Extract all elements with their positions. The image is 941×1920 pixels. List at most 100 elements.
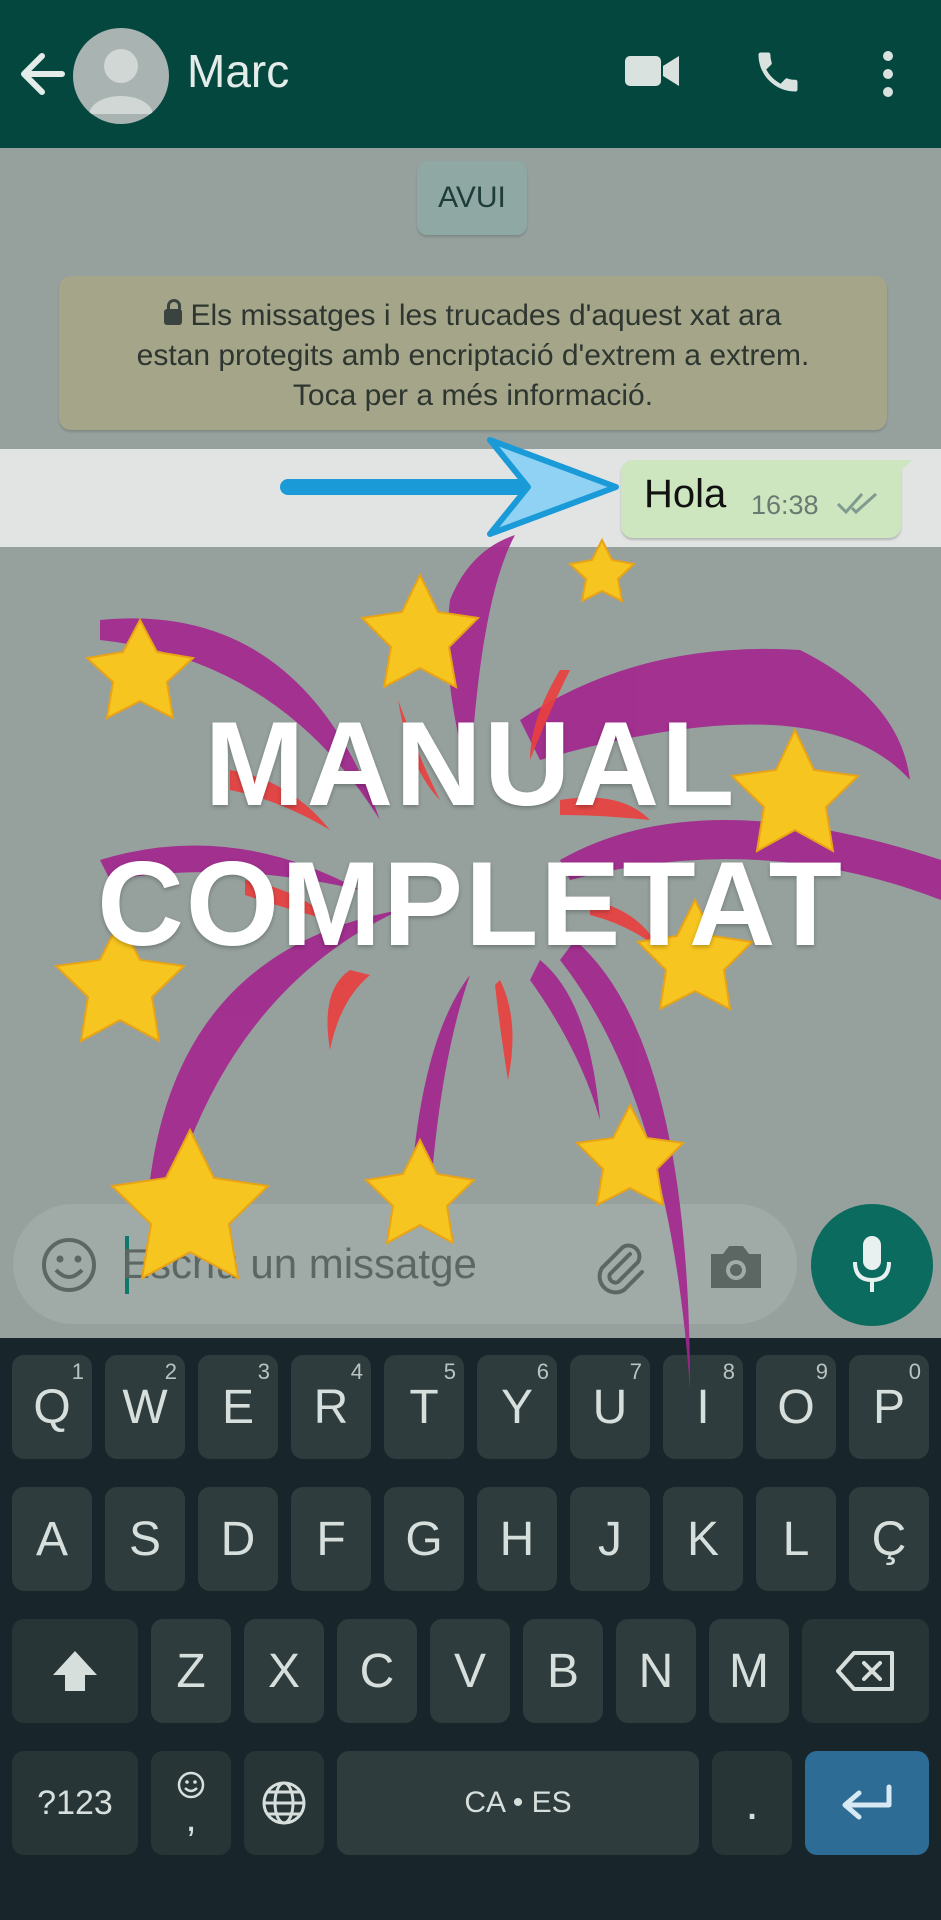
contact-name[interactable]: Marc bbox=[187, 44, 289, 98]
symbols-key[interactable]: ?123 bbox=[12, 1751, 138, 1855]
lock-icon bbox=[164, 299, 183, 325]
enter-key[interactable] bbox=[805, 1751, 929, 1855]
key-j[interactable]: J bbox=[570, 1487, 650, 1591]
key-label: X bbox=[267, 1644, 300, 1698]
key-hint: 8 bbox=[722, 1359, 735, 1384]
video-call-icon[interactable] bbox=[623, 48, 681, 99]
key-label: F bbox=[316, 1512, 346, 1566]
key-label: Y bbox=[500, 1380, 533, 1434]
emoji-icon[interactable] bbox=[40, 1236, 98, 1299]
camera-icon[interactable] bbox=[707, 1240, 765, 1297]
key-u[interactable]: U7 bbox=[570, 1355, 650, 1459]
key-x[interactable]: X bbox=[244, 1619, 324, 1723]
period-key[interactable]: . bbox=[712, 1751, 792, 1855]
star-icon bbox=[574, 1102, 686, 1207]
key-y[interactable]: Y6 bbox=[477, 1355, 557, 1459]
key-label: P bbox=[872, 1380, 905, 1434]
key-hint: 2 bbox=[164, 1359, 177, 1384]
key-label: G bbox=[405, 1512, 443, 1566]
key-label: W bbox=[122, 1380, 168, 1434]
encryption-line-2: estan protegits amb encriptació d'extrem… bbox=[136, 339, 810, 372]
key-c[interactable]: C bbox=[337, 1619, 417, 1723]
star-icon bbox=[359, 572, 481, 689]
bubble-tail bbox=[890, 460, 912, 482]
key-s[interactable]: S bbox=[105, 1487, 185, 1591]
message-input[interactable]: Escriu un missatge bbox=[122, 1240, 477, 1288]
key-label: , bbox=[185, 1796, 197, 1840]
key-label: K bbox=[686, 1512, 719, 1566]
date-chip: AVUI bbox=[417, 161, 527, 235]
space-key[interactable]: CA • ES bbox=[337, 1751, 699, 1855]
key-label: N bbox=[638, 1644, 674, 1698]
key-label: T bbox=[409, 1380, 439, 1434]
key-label: C bbox=[359, 1644, 395, 1698]
key-v[interactable]: V bbox=[430, 1619, 510, 1723]
key-label: M bbox=[729, 1644, 769, 1698]
key-label: A bbox=[35, 1512, 68, 1566]
shift-key[interactable] bbox=[12, 1619, 138, 1723]
key-hint: 5 bbox=[443, 1359, 456, 1384]
key-hint: 4 bbox=[350, 1359, 363, 1384]
key-label: S bbox=[128, 1512, 161, 1566]
key-label: Z bbox=[176, 1644, 206, 1698]
key-p[interactable]: P0 bbox=[849, 1355, 929, 1459]
star-icon bbox=[567, 537, 637, 603]
language-key[interactable] bbox=[244, 1751, 324, 1855]
key-label: . bbox=[745, 1776, 759, 1830]
emoji-comma-key[interactable]: , bbox=[151, 1751, 231, 1855]
message-text: Hola bbox=[644, 472, 727, 516]
key-hint: 3 bbox=[257, 1359, 270, 1384]
key-e[interactable]: E3 bbox=[198, 1355, 278, 1459]
key-h[interactable]: H bbox=[477, 1487, 557, 1591]
key-c-cedilla[interactable]: Ç bbox=[849, 1487, 929, 1591]
avatar[interactable] bbox=[73, 28, 169, 124]
key-label: U bbox=[592, 1380, 628, 1434]
read-ticks-icon bbox=[836, 490, 882, 521]
key-z[interactable]: Z bbox=[151, 1619, 231, 1723]
key-k[interactable]: K bbox=[663, 1487, 743, 1591]
key-label: D bbox=[220, 1512, 256, 1566]
mic-icon[interactable] bbox=[850, 1234, 894, 1301]
phone-icon[interactable] bbox=[752, 46, 804, 103]
key-f[interactable]: F bbox=[291, 1487, 371, 1591]
key-t[interactable]: T5 bbox=[384, 1355, 464, 1459]
key-hint: 7 bbox=[629, 1359, 642, 1384]
key-a[interactable]: A bbox=[12, 1487, 92, 1591]
key-label: J bbox=[598, 1512, 622, 1566]
key-m[interactable]: M bbox=[709, 1619, 789, 1723]
key-g[interactable]: G bbox=[384, 1487, 464, 1591]
message-time: 16:38 bbox=[751, 490, 819, 520]
key-hint: 1 bbox=[71, 1359, 84, 1384]
key-hint: 9 bbox=[815, 1359, 828, 1384]
backspace-key[interactable] bbox=[802, 1619, 929, 1723]
key-label: H bbox=[499, 1512, 535, 1566]
key-hint: 6 bbox=[536, 1359, 549, 1384]
key-i[interactable]: I8 bbox=[663, 1355, 743, 1459]
backspace-icon bbox=[835, 1651, 894, 1691]
key-w[interactable]: W2 bbox=[105, 1355, 185, 1459]
encryption-notice[interactable]: Els missatges i les trucades d'aquest xa… bbox=[59, 276, 887, 430]
key-o[interactable]: O9 bbox=[756, 1355, 836, 1459]
attach-icon[interactable] bbox=[590, 1236, 650, 1301]
key-label: E bbox=[221, 1380, 254, 1434]
back-arrow-icon[interactable] bbox=[18, 44, 68, 104]
overlay-title-line-1: MANUAL bbox=[204, 697, 737, 831]
more-vert-icon[interactable] bbox=[876, 50, 900, 103]
key-q[interactable]: Q1 bbox=[12, 1355, 92, 1459]
key-label: B bbox=[546, 1644, 579, 1698]
encryption-line-1: Els missatges i les trucades d'aquest xa… bbox=[190, 299, 782, 332]
key-l[interactable]: L bbox=[756, 1487, 836, 1591]
key-r[interactable]: R4 bbox=[291, 1355, 371, 1459]
key-n[interactable]: N bbox=[616, 1619, 696, 1723]
key-label: R bbox=[313, 1380, 349, 1434]
key-label: Ç bbox=[871, 1512, 907, 1566]
key-b[interactable]: B bbox=[523, 1619, 603, 1723]
key-d[interactable]: D bbox=[198, 1487, 278, 1591]
key-label: O bbox=[777, 1380, 815, 1434]
encryption-line-3: Toca per a més informació. bbox=[292, 379, 654, 412]
pointer-arrow-icon bbox=[280, 432, 620, 547]
keyboard: Q1 W2 E3 R4 T5 Y6 U7 I8 O9 P0 A S D F G … bbox=[0, 1338, 941, 1920]
key-hint: 0 bbox=[908, 1359, 921, 1384]
key-label: L bbox=[782, 1512, 810, 1566]
firework-streak bbox=[530, 960, 600, 1120]
